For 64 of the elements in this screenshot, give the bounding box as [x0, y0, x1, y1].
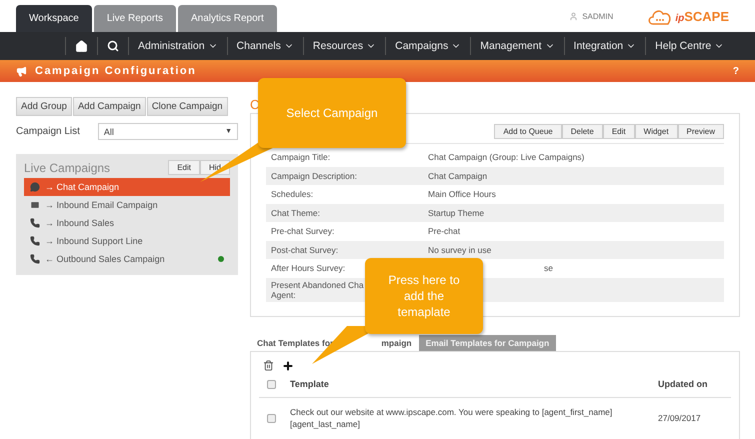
action-button[interactable]: Delete [562, 124, 603, 139]
callout: Press here to add the temaplate [365, 258, 483, 334]
envelope-icon [30, 200, 40, 210]
detail-label: Agent: [271, 290, 296, 300]
nav-menu-item[interactable]: Management [470, 37, 564, 55]
cloud-logo-icon [647, 8, 674, 24]
phone-icon [30, 236, 40, 246]
nav-menu-item[interactable]: Campaigns [385, 37, 470, 55]
nav-menu-item[interactable]: Help Centre [645, 37, 734, 55]
chat-icon [30, 182, 40, 192]
checkbox[interactable] [267, 414, 276, 423]
action-button[interactable]: Edit [602, 124, 635, 139]
table-cell-text: 27/09/2017 [658, 413, 702, 424]
detail-label: Present Abandoned Cha [271, 280, 364, 290]
detail-value: se [544, 263, 553, 274]
user-name: SADMIN [582, 12, 614, 20]
detail-label: After Hours Survey: [271, 263, 346, 274]
trash-icon[interactable] [263, 360, 274, 370]
action-button[interactable]: Widget [634, 124, 678, 139]
top-tab[interactable]: Workspace [16, 5, 92, 32]
checkbox[interactable] [267, 380, 276, 388]
toolbar-button[interactable]: Add Group [16, 97, 72, 116]
phone-icon [30, 218, 40, 228]
column-header: Template [290, 379, 330, 389]
detail-value: Main Office Hours [428, 189, 496, 200]
detail-label: Pre-chat Survey: [271, 226, 334, 236]
toolbar-button[interactable]: Clone Campaign [146, 97, 228, 116]
detail-value: Startup Theme [428, 208, 484, 218]
action-button[interactable]: Preview [678, 124, 724, 139]
page-title: Campaign Configuration [35, 65, 196, 77]
nav-menu-item[interactable]: Channels [226, 37, 303, 55]
home-icon[interactable] [75, 40, 88, 52]
nav-menu-item[interactable]: Administration [128, 37, 227, 55]
search-icon[interactable] [107, 40, 119, 52]
megaphone-icon [16, 66, 27, 76]
detail-value: Chat Campaign (Group: Live Campaigns) [428, 152, 584, 162]
panel-title: C [250, 97, 260, 112]
detail-value: Chat Campaign [428, 170, 488, 181]
group-title: Live Campaigns [24, 160, 110, 174]
campaign-item[interactable]: → Inbound Sales [24, 214, 230, 232]
campaign-item[interactable]: → Inbound Support Line [24, 232, 230, 250]
phone-icon [30, 254, 40, 264]
action-button[interactable]: Add to Queue [494, 124, 562, 139]
logo-text: ipSCAPE [675, 8, 729, 24]
table-cell-text: Check out our website at www.ipscape.com. You were speaking to [agent_first_name] [agent_last_name] [290, 406, 614, 431]
user-icon [569, 12, 578, 20]
detail-label: Chat Theme: [271, 208, 320, 218]
detail-label: Post-chat Survey: [271, 244, 338, 255]
nav-menu-item[interactable]: Resources [302, 37, 386, 55]
campaign-item[interactable]: ← Outbound Sales Campaign [24, 250, 230, 268]
detail-label: Campaign Description: [271, 170, 357, 181]
detail-label: Schedules: [271, 189, 314, 200]
detail-value: Pre-chat [428, 226, 460, 236]
campaign-item[interactable]: → Inbound Email Campaign [24, 196, 230, 214]
campaign-item[interactable]: → Chat Campaign [24, 178, 230, 196]
toolbar-button[interactable]: Add Campaign [72, 97, 146, 116]
field-label: Campaign List [16, 126, 80, 137]
group-button[interactable]: Edit [168, 160, 200, 175]
add-icon[interactable] [282, 360, 294, 372]
detail-label: Campaign Title: [271, 152, 330, 162]
nav-menu-item[interactable]: Integration [564, 37, 646, 55]
callout: Select Campaign [258, 78, 406, 148]
column-header: Updated on [658, 379, 708, 389]
detail-value: No survey in use [428, 244, 492, 255]
